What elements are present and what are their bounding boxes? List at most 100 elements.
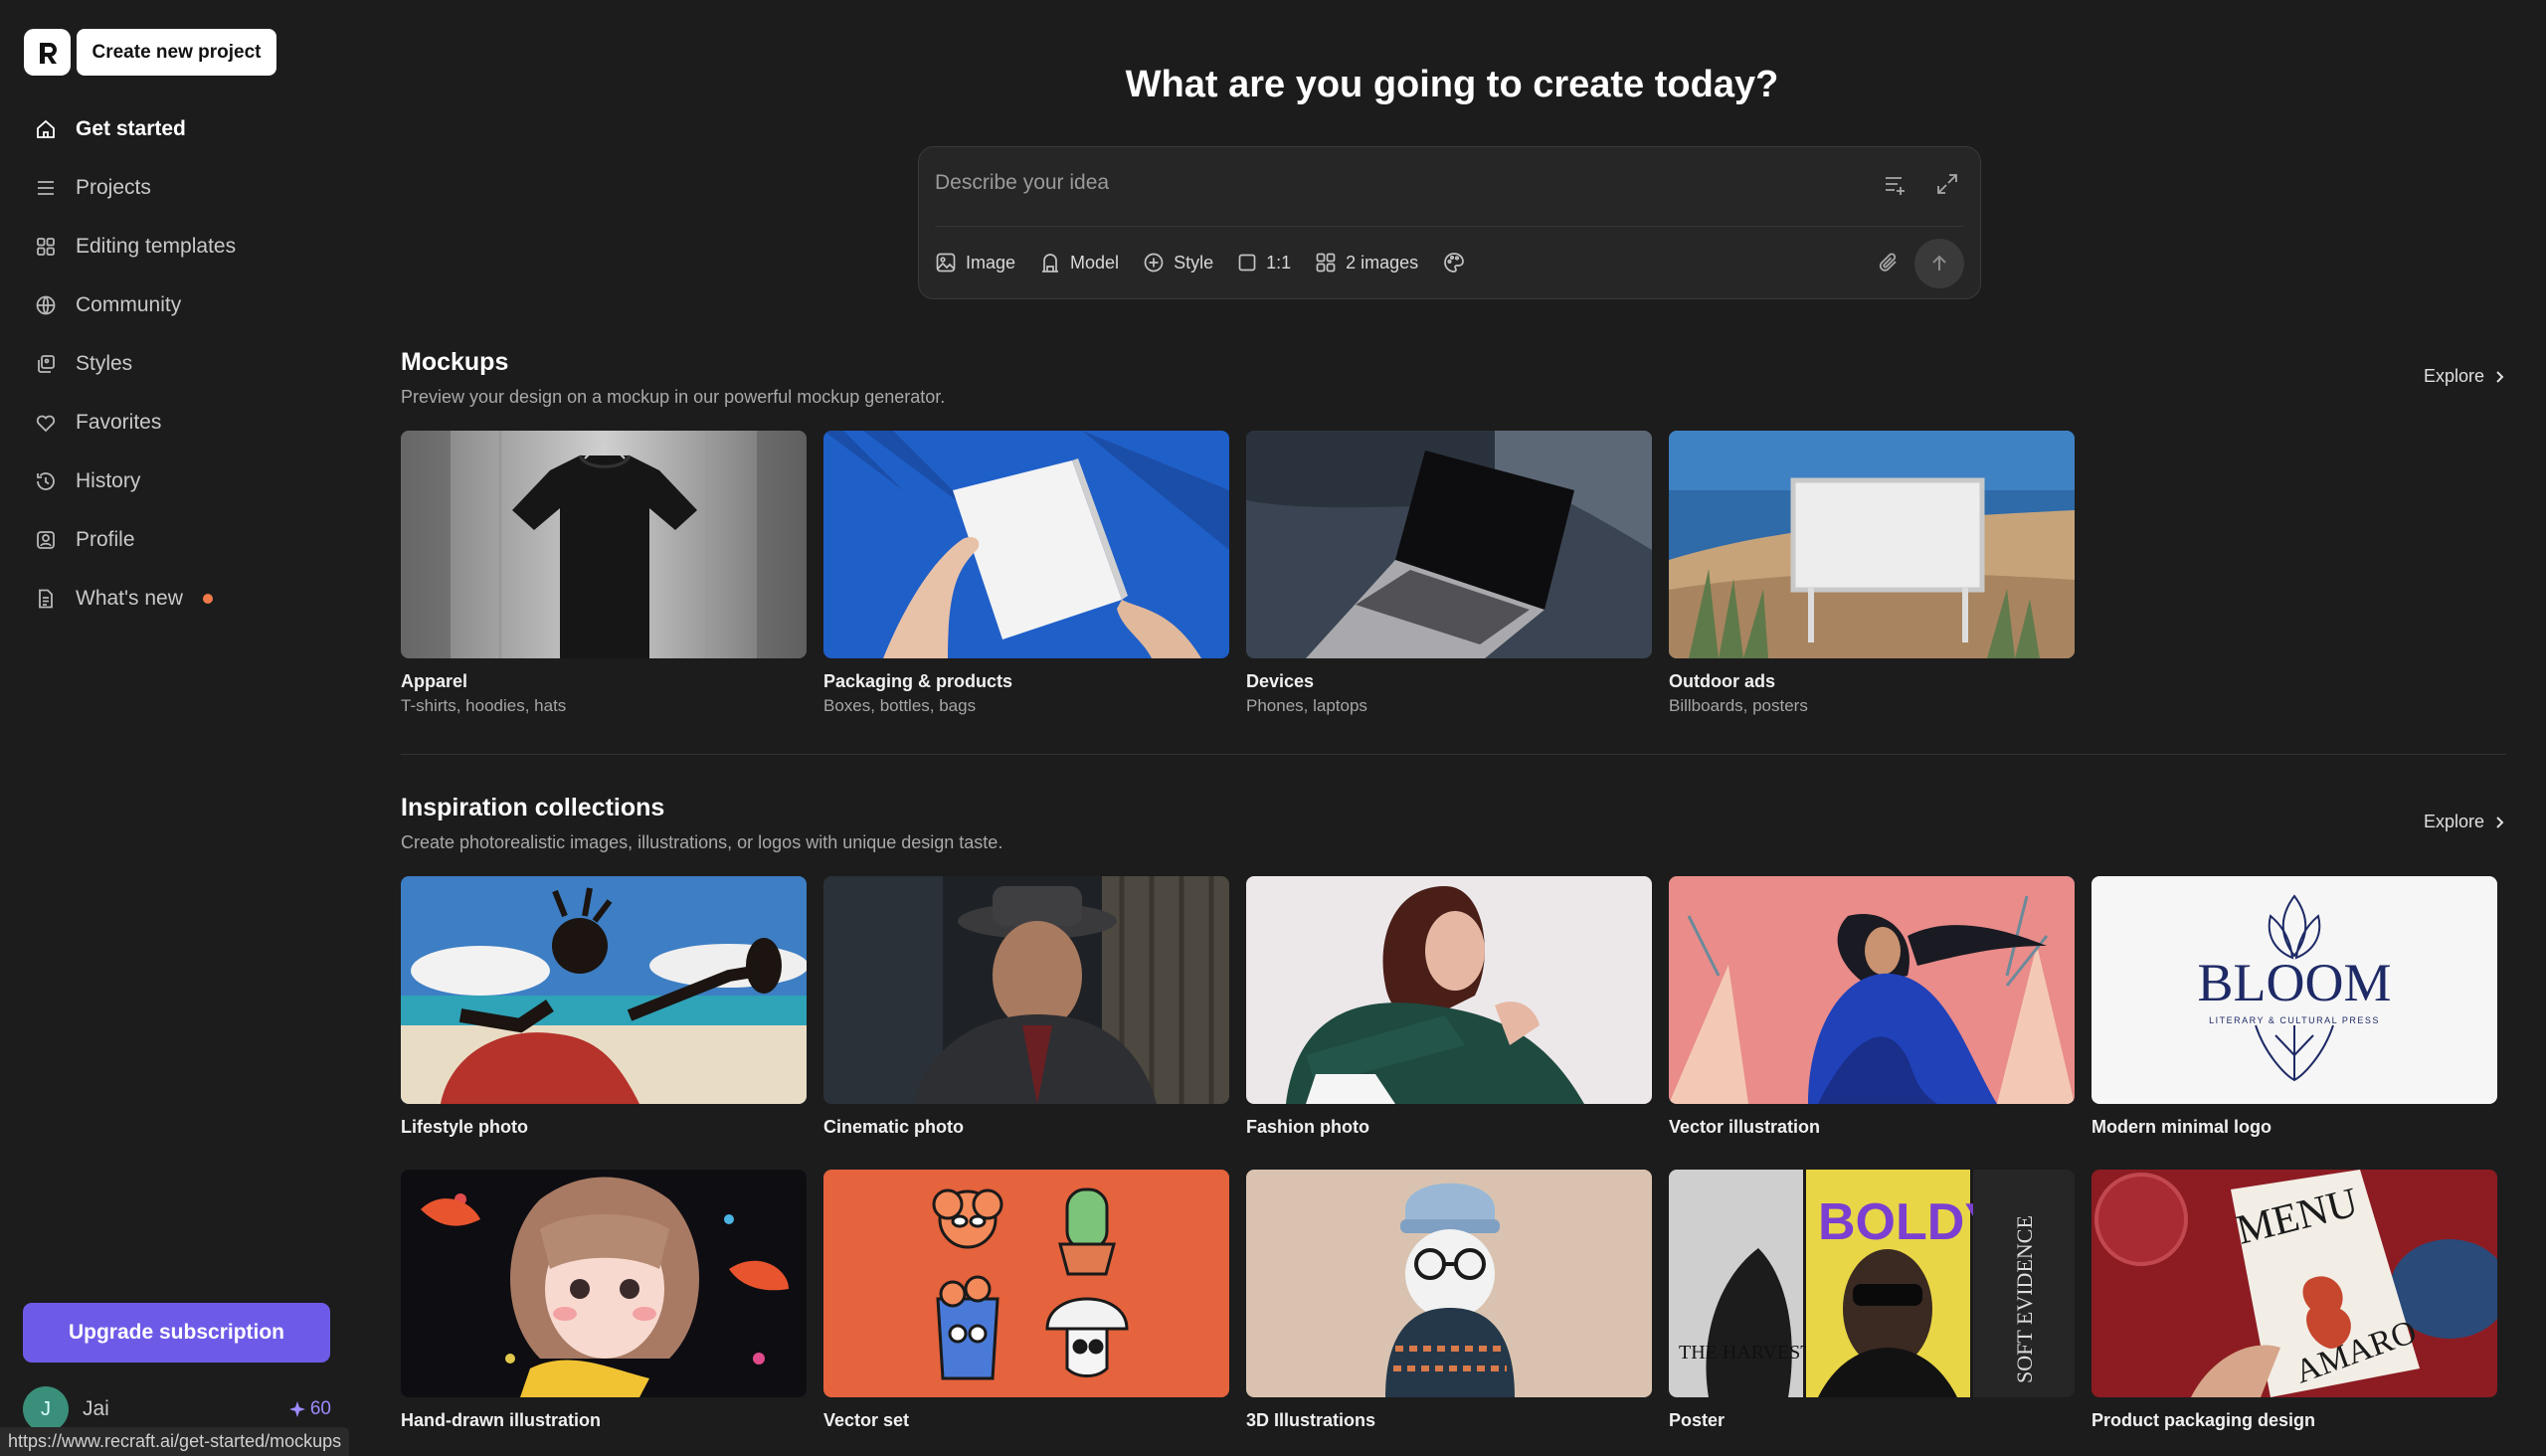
sidebar-item-editing-templates[interactable]: Editing templates — [24, 217, 342, 275]
section-divider — [401, 754, 2506, 755]
mockup-card-packaging[interactable]: Packaging & products Boxes, bottles, bag… — [823, 431, 1229, 716]
grid-icon — [1316, 253, 1336, 273]
collection-card-hand-drawn-illustration[interactable]: Hand-drawn illustration — [401, 1170, 807, 1431]
sidebar-item-label: Get started — [76, 116, 186, 140]
collection-card-vector-illustration[interactable]: Vector illustration — [1669, 876, 2075, 1138]
bloom-logo-text: BLOOM — [2197, 953, 2391, 1012]
mockup-card-apparel[interactable]: Apparel T-shirts, hoodies, hats — [401, 431, 807, 716]
add-circle-icon — [1144, 253, 1164, 273]
prompt-settings-icon[interactable] — [1883, 171, 1909, 197]
card-title: Outdoor ads — [1669, 671, 1775, 691]
sidebar-item-label: Favorites — [76, 410, 162, 434]
upgrade-subscription-button[interactable]: Upgrade subscription — [23, 1303, 330, 1363]
card-subtitle: Billboards, posters — [1669, 696, 1808, 715]
sidebar-item-projects[interactable]: Projects — [24, 158, 342, 217]
card-subtitle: T-shirts, hoodies, hats — [401, 696, 567, 715]
fashion-photo-thumbnail — [1246, 876, 1652, 1104]
sidebar-item-label: Projects — [76, 175, 151, 199]
outdoor-ads-thumbnail — [1669, 431, 2075, 658]
mockups-explore-link[interactable]: Explore — [2424, 366, 2506, 387]
heart-icon — [36, 415, 56, 432]
collection-card-modern-minimal-logo[interactable]: BLOOM LITERARY & CULTURAL PRESS Modern m… — [2091, 876, 2497, 1138]
inspiration-grid-row-2: Hand-drawn illustration Vector set 3D Il… — [401, 1170, 2497, 1431]
expand-icon[interactable] — [1934, 171, 1960, 197]
chevron-right-icon — [2496, 816, 2504, 828]
aspect-ratio-button[interactable]: 1:1 — [1237, 253, 1291, 273]
send-button[interactable] — [1914, 239, 1964, 288]
credits-badge[interactable]: 60 — [288, 1398, 331, 1420]
sidebar-item-get-started[interactable]: Get started — [24, 99, 342, 158]
app-logo[interactable] — [24, 29, 71, 76]
sidebar-item-label: What's new — [76, 586, 183, 610]
sidebar-item-whats-new[interactable]: What's new — [24, 569, 342, 628]
poster-text-harvest: THE HARVEST — [1679, 1342, 1813, 1364]
style-button[interactable]: Style — [1143, 252, 1213, 273]
palette-icon — [1444, 253, 1465, 273]
user-row[interactable]: J Jai 60 — [23, 1386, 331, 1432]
model-button[interactable]: Model — [1039, 252, 1119, 273]
collection-card-lifestyle-photo[interactable]: Lifestyle photo — [401, 876, 807, 1138]
chevron-right-icon — [2496, 370, 2504, 383]
sidebar-item-history[interactable]: History — [24, 452, 342, 510]
sidebar-item-label: History — [76, 468, 141, 492]
sparkle-icon — [288, 1401, 305, 1417]
cinematic-photo-thumbnail — [823, 876, 1229, 1104]
create-new-project-button[interactable]: Create new project — [77, 29, 276, 76]
product-packaging-design-thumbnail: MENU AMARO — [2091, 1170, 2497, 1397]
sidebar-item-profile[interactable]: Profile — [24, 510, 342, 569]
explore-label: Explore — [2423, 366, 2484, 386]
devices-thumbnail — [1246, 431, 1652, 658]
card-title: Fashion photo — [1246, 1117, 1369, 1137]
poster-text-soft-evidence: SOFT EVIDENCE — [2012, 1215, 2037, 1383]
avatar[interactable]: J — [23, 1386, 69, 1432]
attach-icon[interactable] — [1877, 251, 1901, 274]
page-title: What are you going to create today? — [1125, 64, 1779, 105]
card-title: Apparel — [401, 671, 468, 691]
vector-set-thumbnail — [823, 1170, 1229, 1397]
prompt-top-icons — [1883, 171, 1960, 197]
hand-drawn-illustration-thumbnail — [401, 1170, 807, 1397]
collection-card-fashion-photo[interactable]: Fashion photo — [1246, 876, 1652, 1138]
mockups-section-subtitle: Preview your design on a mockup in our p… — [401, 387, 946, 407]
card-title: Modern minimal logo — [2091, 1117, 2273, 1137]
logo-icon — [39, 42, 57, 64]
sidebar-item-styles[interactable]: Styles — [24, 334, 342, 393]
home-icon — [37, 119, 55, 138]
model-label: Model — [1070, 252, 1120, 273]
mockup-card-outdoor-ads[interactable]: Outdoor ads Billboards, posters — [1669, 431, 2075, 716]
image-count-label: 2 images — [1346, 252, 1419, 273]
card-subtitle: Boxes, bottles, bags — [823, 696, 977, 715]
sidebar-item-community[interactable]: Community — [24, 275, 342, 334]
3d-illustrations-thumbnail — [1246, 1170, 1652, 1397]
explore-label: Explore — [2423, 812, 2484, 831]
sidebar: Create new project Get started Projects … — [0, 0, 358, 1456]
styles-icon — [38, 354, 55, 373]
collection-card-poster[interactable]: THE HARVEST BOLDY SOFT EVIDENCE Poster — [1669, 1170, 2075, 1431]
collection-card-vector-set[interactable]: Vector set — [823, 1170, 1229, 1431]
history-icon — [37, 471, 55, 490]
collection-card-cinematic-photo[interactable]: Cinematic photo — [823, 876, 1229, 1138]
color-palette-button[interactable] — [1442, 251, 1466, 274]
sidebar-item-label: Styles — [76, 351, 133, 375]
card-title: Packaging & products — [823, 671, 1013, 691]
sidebar-item-label: Editing templates — [76, 234, 237, 258]
sidebar-item-favorites[interactable]: Favorites — [24, 393, 342, 452]
sidebar-item-label: Community — [76, 292, 182, 316]
mockup-card-devices[interactable]: Devices Phones, laptops — [1246, 431, 1652, 716]
prompt-toolbar: Image Model Style 1:1 2 images — [935, 251, 1466, 274]
apparel-thumbnail — [401, 431, 807, 658]
inspiration-explore-link[interactable]: Explore — [2424, 812, 2506, 832]
collection-card-product-packaging-design[interactable]: MENU AMARO Product packaging design — [2091, 1170, 2497, 1431]
grid-icon — [37, 237, 55, 256]
image-mode-button[interactable]: Image — [935, 252, 1015, 273]
square-icon — [1238, 254, 1256, 272]
poster-thumbnail: THE HARVEST BOLDY SOFT EVIDENCE — [1669, 1170, 2075, 1397]
credits-count: 60 — [309, 1398, 331, 1419]
image-count-button[interactable]: 2 images — [1315, 252, 1418, 273]
document-icon — [39, 589, 53, 608]
aspect-ratio-label: 1:1 — [1266, 252, 1292, 273]
prompt-input[interactable] — [935, 167, 1830, 199]
card-title: 3D Illustrations — [1246, 1410, 1376, 1430]
collection-card-3d-illustrations[interactable]: 3D Illustrations — [1246, 1170, 1652, 1431]
image-mode-label: Image — [966, 252, 1016, 273]
